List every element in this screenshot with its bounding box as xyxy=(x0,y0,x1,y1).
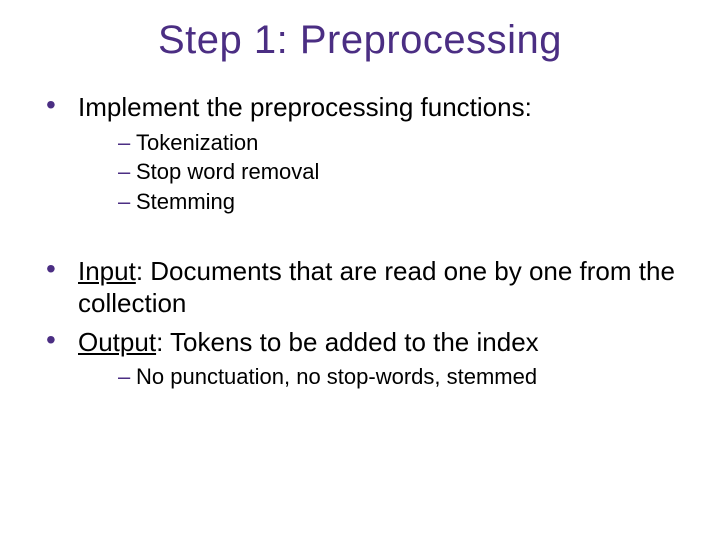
sub-item: Stop word removal xyxy=(118,157,680,187)
bullet-output: Output: Tokens to be added to the index … xyxy=(44,326,680,392)
bullet-rest: : Documents that are read one by one fro… xyxy=(78,256,675,319)
bullet-text: Implement the preprocessing functions: xyxy=(78,92,532,122)
bullet-input: Input: Documents that are read one by on… xyxy=(44,255,680,320)
slide-title: Step 1: Preprocessing xyxy=(40,18,680,63)
sub-item: Tokenization xyxy=(118,128,680,158)
bullet-list: Implement the preprocessing functions: T… xyxy=(40,91,680,392)
sub-item: Stemming xyxy=(118,187,680,217)
bullet-label: Input xyxy=(78,256,136,286)
bullet-label: Output xyxy=(78,327,156,357)
sub-list-output: No punctuation, no stop-words, stemmed xyxy=(78,362,680,392)
spacer xyxy=(44,227,680,249)
bullet-rest: : Tokens to be added to the index xyxy=(156,327,539,357)
bullet-implement: Implement the preprocessing functions: T… xyxy=(44,91,680,217)
sub-list-functions: Tokenization Stop word removal Stemming xyxy=(78,128,680,217)
slide: Step 1: Preprocessing Implement the prep… xyxy=(0,0,720,540)
sub-item: No punctuation, no stop-words, stemmed xyxy=(118,362,680,392)
